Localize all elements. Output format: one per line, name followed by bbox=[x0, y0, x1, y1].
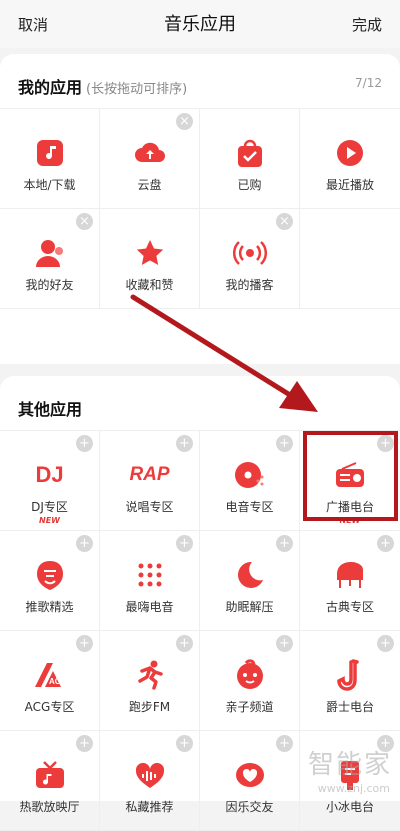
watermark-url: www.znj.com bbox=[317, 782, 390, 795]
watermark: 智能家 bbox=[307, 750, 392, 780]
annotation-arrow bbox=[130, 294, 318, 412]
